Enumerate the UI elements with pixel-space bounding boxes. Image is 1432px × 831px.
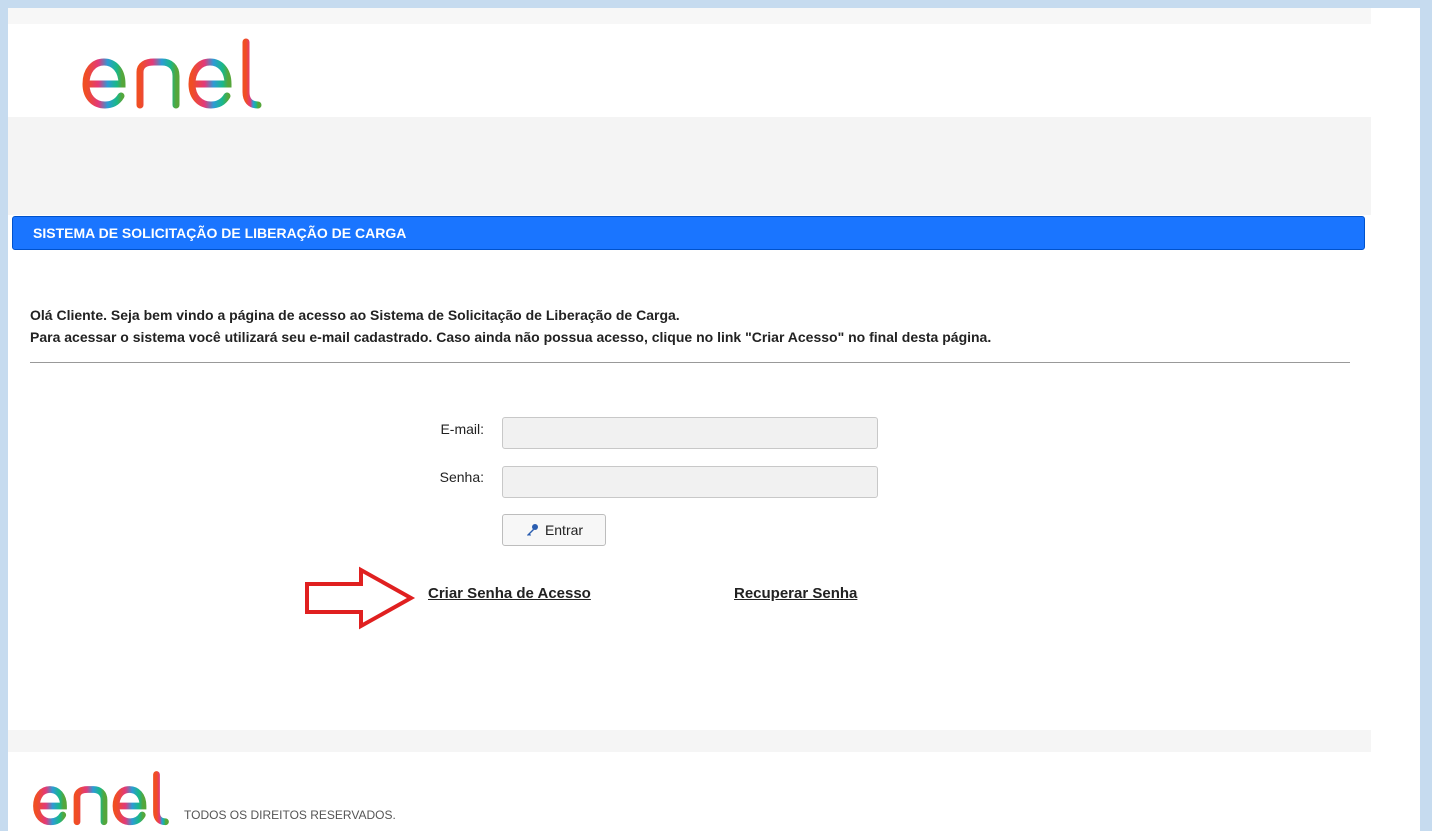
email-label: E-mail:	[440, 421, 484, 437]
login-button[interactable]: Entrar	[502, 514, 606, 546]
email-input[interactable]	[502, 417, 878, 449]
create-password-link[interactable]: Criar Senha de Acesso	[428, 585, 591, 602]
page-title: SISTEMA DE SOLICITAÇÃO DE LIBERAÇÃO DE C…	[33, 225, 407, 241]
intro-line-2: Para acessar o sistema você utilizará se…	[30, 329, 992, 345]
intro-line-1: Olá Cliente. Seja bem vindo a página de …	[30, 307, 680, 323]
enel-logo	[82, 38, 262, 109]
top-strip	[8, 8, 1371, 24]
recover-password-link[interactable]: Recuperar Senha	[734, 585, 857, 602]
red-arrow-annotation	[305, 566, 416, 630]
header-band	[8, 117, 1371, 215]
divider	[30, 362, 1350, 363]
footer-band	[8, 730, 1371, 752]
password-label: Senha:	[439, 469, 484, 485]
footer-enel-logo	[33, 771, 169, 826]
page: SISTEMA DE SOLICITAÇÃO DE LIBERAÇÃO DE C…	[8, 8, 1420, 831]
password-input[interactable]	[502, 466, 878, 498]
login-button-label: Entrar	[544, 522, 584, 538]
title-bar: SISTEMA DE SOLICITAÇÃO DE LIBERAÇÃO DE C…	[12, 216, 1365, 250]
intro-text: Olá Cliente. Seja bem vindo a página de …	[30, 304, 1360, 348]
footer-rights: TODOS OS DIREITOS RESERVADOS.	[184, 808, 396, 822]
key-icon	[526, 524, 538, 536]
